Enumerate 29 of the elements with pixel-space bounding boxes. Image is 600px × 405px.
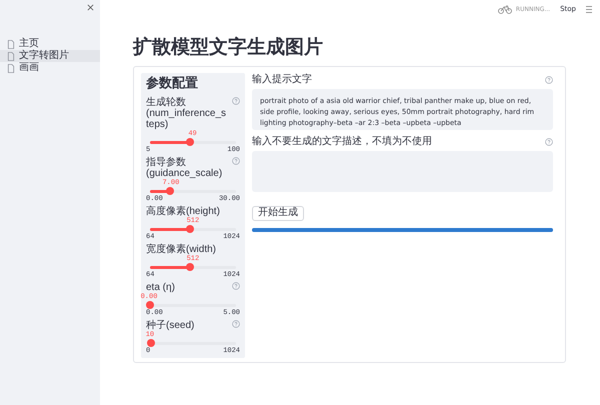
generate-button[interactable]: 开始生成	[252, 206, 304, 220]
slider-label: 指导参数(guidance_scale)	[146, 157, 224, 179]
slider-label: 种子(seed)	[146, 320, 196, 331]
bicycle-icon	[498, 4, 512, 14]
slider-thumb[interactable]	[186, 263, 194, 271]
prompt-label: 输入提示文字	[252, 74, 312, 86]
slider-thumb[interactable]	[146, 301, 154, 309]
help-icon[interactable]	[232, 282, 240, 290]
page-title: 扩散模型文字生成图片	[133, 36, 324, 58]
slider-label: eta (η)	[146, 282, 176, 293]
slider-label: 生成轮数(num_inference_steps)	[146, 97, 228, 130]
sidebar-item[interactable]: 文字转图片	[0, 50, 100, 62]
slider-thumb[interactable]	[186, 225, 194, 233]
slider-thumb[interactable]	[166, 187, 174, 195]
negative-prompt-label: 输入不要生成的文字描述，不填为不使用	[252, 136, 432, 148]
slider-label: 宽度像素(width)	[146, 244, 218, 255]
sidebar-item[interactable]: 主页	[0, 38, 100, 50]
close-icon[interactable]	[87, 4, 94, 11]
menu-icon[interactable]	[586, 6, 592, 12]
help-icon[interactable]	[232, 157, 240, 165]
help-icon[interactable]	[232, 320, 240, 328]
slider-thumb[interactable]	[146, 339, 155, 347]
help-icon[interactable]	[545, 76, 553, 84]
params-heading: 参数配置	[146, 75, 199, 93]
help-icon[interactable]	[545, 138, 553, 146]
slider-label: 高度像素(height)	[146, 206, 221, 217]
slider-thumb[interactable]	[186, 138, 194, 146]
sidebar-item[interactable]: 画画	[0, 62, 100, 74]
help-icon[interactable]	[232, 97, 240, 105]
